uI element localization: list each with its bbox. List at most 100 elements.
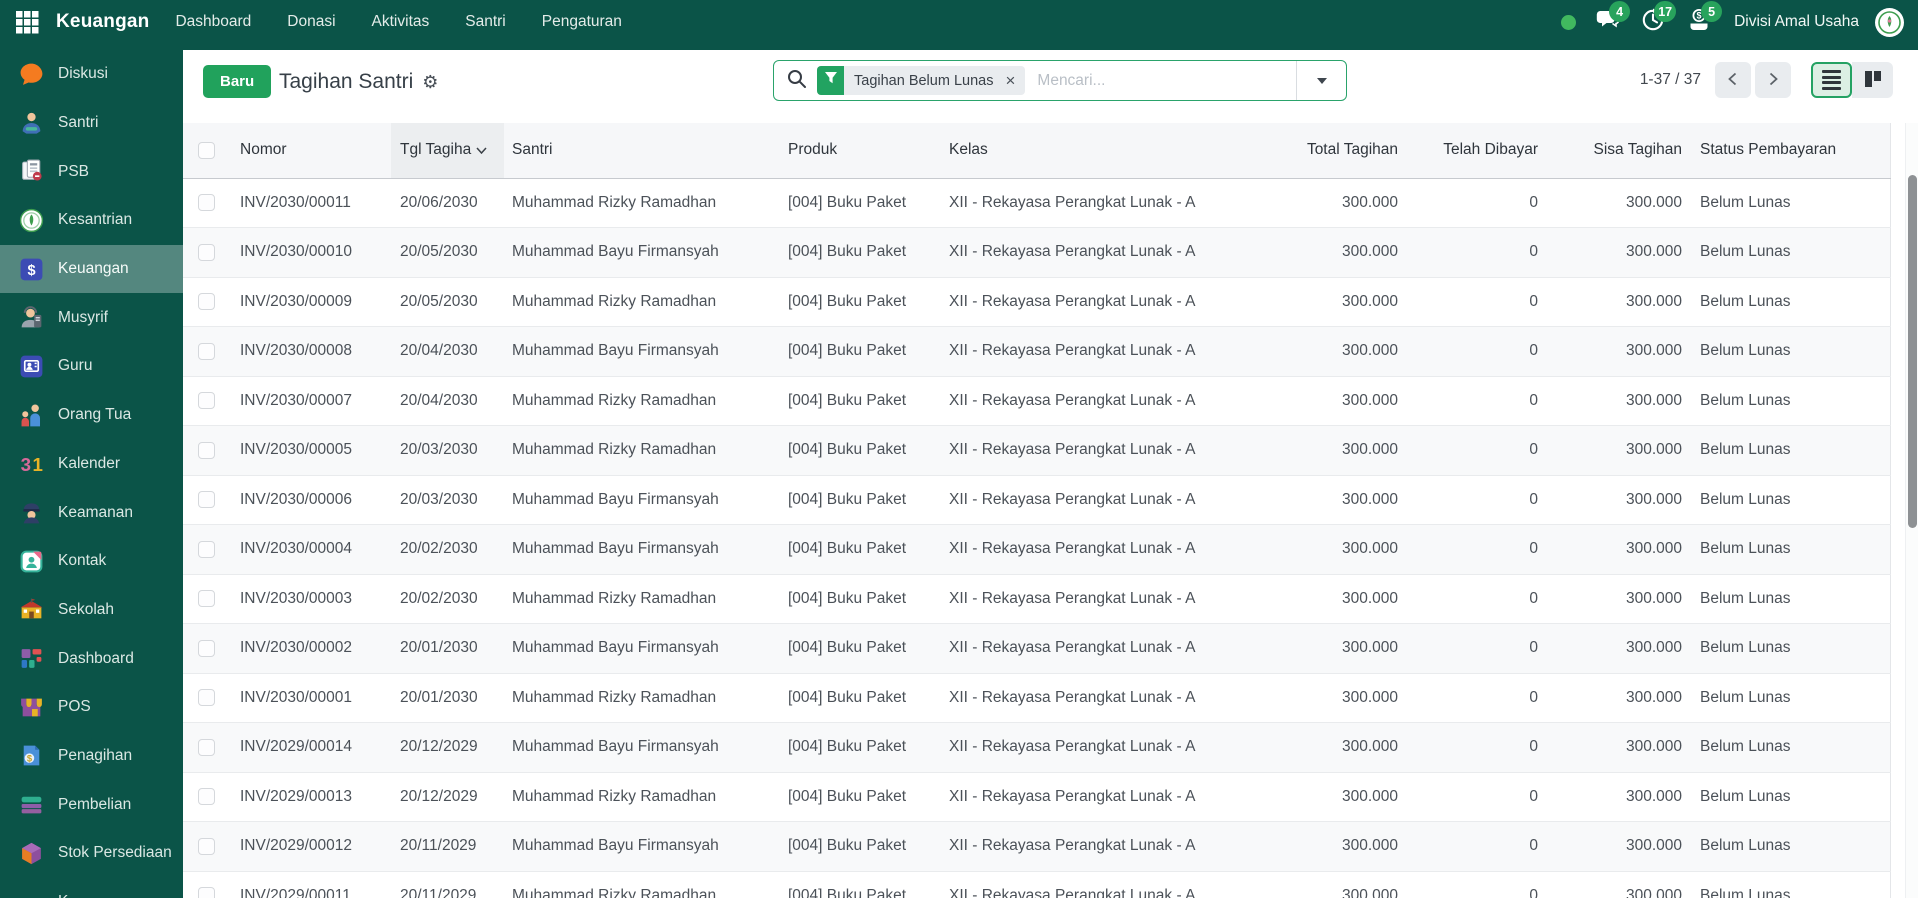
settings-gear-icon[interactable]: ⚙ [422, 73, 438, 91]
column-header-total[interactable]: Total Tagihan [1295, 123, 1400, 179]
table-row[interactable]: INV/2029/00013 20/12/2029 Muhammad Rizky R… [183, 772, 1890, 822]
cell-total[interactable]: 300.000 [1295, 277, 1400, 327]
filter-remove-icon[interactable]: × [1003, 72, 1025, 89]
cell-sisa[interactable]: 300.000 [1540, 772, 1684, 822]
table-row[interactable]: INV/2030/00011 20/06/2030 Muhammad Rizky R… [183, 178, 1890, 228]
cell-dibayar[interactable]: 0 [1400, 524, 1540, 575]
cell-nomor[interactable]: INV/2030/00011 [237, 178, 391, 228]
table-row[interactable]: INV/2030/00002 20/01/2030 Muhammad Bayu Fi… [183, 623, 1890, 674]
cell-status[interactable]: Belum Lunas [1684, 376, 1890, 426]
column-header-kelas[interactable]: Kelas [941, 123, 1295, 179]
search-dropdown-toggle[interactable] [1296, 61, 1346, 100]
cell-nomor[interactable]: INV/2029/00012 [237, 821, 391, 872]
cell-status[interactable]: Belum Lunas [1684, 574, 1890, 624]
cell-tgl[interactable]: 20/03/2030 [391, 475, 504, 525]
navbar-menu-item-santri[interactable]: Santri [465, 13, 506, 31]
cell-dibayar[interactable]: 0 [1400, 178, 1540, 228]
sidebar-item-penagihan[interactable]: $ Penagihan [0, 732, 183, 781]
sidebar-item-orang-tua[interactable]: Orang Tua [0, 391, 183, 440]
cell-kelas[interactable]: XII - Rekayasa Perangkat Lunak - A [941, 623, 1295, 674]
cell-sisa[interactable]: 300.000 [1540, 277, 1684, 327]
list-view-button[interactable] [1811, 62, 1852, 98]
cell-dibayar[interactable]: 0 [1400, 376, 1540, 426]
navbar-menu-item-dashboard[interactable]: Dashboard [175, 13, 251, 31]
cell-nomor[interactable]: INV/2030/00002 [237, 623, 391, 674]
cell-status[interactable]: Belum Lunas [1684, 425, 1890, 476]
payments-button[interactable]: $ 5 [1684, 1, 1723, 37]
table-row[interactable]: INV/2030/00009 20/05/2030 Muhammad Rizky R… [183, 277, 1890, 327]
cell-santri[interactable]: Muhammad Rizky Ramadhan [504, 277, 780, 327]
cell-kelas[interactable]: XII - Rekayasa Perangkat Lunak - A [941, 673, 1295, 723]
cell-status[interactable]: Belum Lunas [1684, 524, 1890, 575]
cell-kelas[interactable]: XII - Rekayasa Perangkat Lunak - A [941, 722, 1295, 773]
cell-santri[interactable]: Muhammad Rizky Ramadhan [504, 772, 780, 822]
cell-total[interactable]: 300.000 [1295, 722, 1400, 773]
column-header-tgl[interactable]: Tgl Tagiha [391, 123, 504, 179]
sidebar-item-santri[interactable]: Santri [0, 99, 183, 148]
cell-santri[interactable]: Muhammad Bayu Firmansyah [504, 326, 780, 377]
cell-produk[interactable]: [004] Buku Paket [780, 673, 941, 723]
column-header-santri[interactable]: Santri [504, 123, 780, 179]
cell-tgl[interactable]: 20/01/2030 [391, 673, 504, 723]
cell-nomor[interactable]: INV/2030/00007 [237, 376, 391, 426]
cell-status[interactable]: Belum Lunas [1684, 227, 1890, 278]
cell-kelas[interactable]: XII - Rekayasa Perangkat Lunak - A [941, 227, 1295, 278]
sidebar-item-psb[interactable]: PSB [0, 147, 183, 196]
row-checkbox[interactable] [198, 194, 215, 212]
cell-tgl[interactable]: 20/12/2029 [391, 772, 504, 822]
sidebar-item-k[interactable]: K [0, 878, 183, 898]
cell-kelas[interactable]: XII - Rekayasa Perangkat Lunak - A [941, 277, 1295, 327]
cell-status[interactable]: Belum Lunas [1684, 821, 1890, 872]
row-checkbox[interactable] [198, 441, 215, 459]
cell-sisa[interactable]: 300.000 [1540, 673, 1684, 723]
cell-tgl[interactable]: 20/04/2030 [391, 326, 504, 377]
cell-dibayar[interactable]: 0 [1400, 623, 1540, 674]
table-row[interactable]: INV/2030/00008 20/04/2030 Muhammad Bayu Fi… [183, 326, 1890, 377]
cell-produk[interactable]: [004] Buku Paket [780, 326, 941, 377]
column-header-status[interactable]: Status Pembayaran [1684, 123, 1890, 179]
row-checkbox[interactable] [198, 540, 215, 558]
cell-kelas[interactable]: XII - Rekayasa Perangkat Lunak - A [941, 574, 1295, 624]
cell-dibayar[interactable]: 0 [1400, 722, 1540, 773]
row-checkbox[interactable] [198, 590, 215, 608]
cell-santri[interactable]: Muhammad Bayu Firmansyah [504, 821, 780, 872]
search-input[interactable] [1037, 71, 1296, 90]
cell-santri[interactable]: Muhammad Bayu Firmansyah [504, 524, 780, 575]
row-checkbox[interactable] [198, 887, 215, 898]
table-row[interactable]: INV/2030/00004 20/02/2030 Muhammad Bayu Fi… [183, 524, 1890, 575]
cell-total[interactable]: 300.000 [1295, 475, 1400, 525]
table-row[interactable]: INV/2030/00005 20/03/2030 Muhammad Rizky R… [183, 425, 1890, 476]
cell-produk[interactable]: [004] Buku Paket [780, 772, 941, 822]
table-row[interactable]: INV/2030/00003 20/02/2030 Muhammad Rizky R… [183, 574, 1890, 624]
sidebar-item-pos[interactable]: POS [0, 683, 183, 732]
cell-status[interactable]: Belum Lunas [1684, 673, 1890, 723]
cell-sisa[interactable]: 300.000 [1540, 425, 1684, 476]
scrollbar-thumb[interactable] [1908, 175, 1917, 528]
sidebar-item-stok-persediaan[interactable]: Stok Persediaan [0, 829, 183, 878]
pager-previous-button[interactable] [1715, 62, 1751, 98]
sidebar-item-pembelian[interactable]: Pembelian [0, 780, 183, 829]
cell-status[interactable]: Belum Lunas [1684, 475, 1890, 525]
cell-santri[interactable]: Muhammad Rizky Ramadhan [504, 673, 780, 723]
cell-sisa[interactable]: 300.000 [1540, 722, 1684, 773]
cell-produk[interactable]: [004] Buku Paket [780, 277, 941, 327]
cell-nomor[interactable]: INV/2030/00005 [237, 425, 391, 476]
cell-tgl[interactable]: 20/01/2030 [391, 623, 504, 674]
cell-kelas[interactable]: XII - Rekayasa Perangkat Lunak - A [941, 376, 1295, 426]
table-row[interactable]: INV/2030/00006 20/03/2030 Muhammad Bayu Fi… [183, 475, 1890, 525]
cell-kelas[interactable]: XII - Rekayasa Perangkat Lunak - A [941, 178, 1295, 228]
row-checkbox[interactable] [198, 738, 215, 756]
cell-tgl[interactable]: 20/12/2029 [391, 722, 504, 773]
sidebar-item-kontak[interactable]: Kontak [0, 537, 183, 586]
cell-total[interactable]: 300.000 [1295, 673, 1400, 723]
cell-santri[interactable]: Muhammad Bayu Firmansyah [504, 623, 780, 674]
cell-total[interactable]: 300.000 [1295, 425, 1400, 476]
row-checkbox[interactable] [198, 342, 215, 360]
cell-produk[interactable]: [004] Buku Paket [780, 227, 941, 278]
cell-nomor[interactable]: INV/2030/00008 [237, 326, 391, 377]
cell-tgl[interactable]: 20/04/2030 [391, 376, 504, 426]
table-row[interactable]: INV/2029/00011 20/11/2029 Muhammad Rizky R… [183, 871, 1890, 898]
cell-sisa[interactable]: 300.000 [1540, 871, 1684, 898]
cell-kelas[interactable]: XII - Rekayasa Perangkat Lunak - A [941, 425, 1295, 476]
cell-nomor[interactable]: INV/2029/00013 [237, 772, 391, 822]
